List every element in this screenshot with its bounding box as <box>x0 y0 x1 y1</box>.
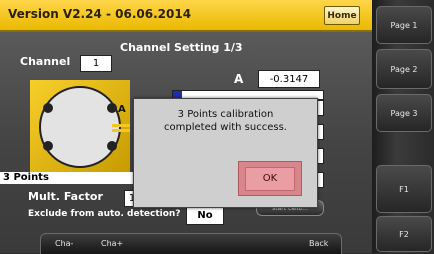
side-button-page-3[interactable]: Page 3 <box>376 94 432 132</box>
tab-channel-minus[interactable]: Cha- <box>55 239 73 248</box>
ok-button-label: OK <box>245 166 295 191</box>
side-button-f1[interactable]: F1 <box>376 165 432 213</box>
channel-label: Channel <box>20 55 71 68</box>
probe-illustration <box>39 86 130 168</box>
page-title: Channel Setting 1/3 <box>120 41 243 54</box>
ok-button[interactable]: OK <box>238 161 302 196</box>
side-button-f2[interactable]: F2 <box>376 216 432 252</box>
side-button-page-1[interactable]: Page 1 <box>376 6 432 44</box>
bottom-tab-bar: Cha- Cha+ Back <box>40 233 342 254</box>
points-label: 3 Points <box>0 172 133 184</box>
dialog-message: 3 Points calibration completed with succ… <box>134 108 317 134</box>
mult-factor-label: Mult. Factor <box>28 190 103 203</box>
tab-channel-plus[interactable]: Cha+ <box>101 239 123 248</box>
tab-back[interactable]: Back <box>309 239 328 248</box>
probe-label: A <box>118 104 126 115</box>
side-menu: Page 1 Page 2 Page 3 F1 F2 <box>372 0 434 253</box>
header-bar: Version V2.24 - 06.06.2014 Home <box>0 0 372 32</box>
dialog-message-line-2: completed with success. <box>164 122 287 133</box>
dialog-message-line-1: 3 Points calibration <box>177 109 274 120</box>
side-button-page-2[interactable]: Page 2 <box>376 49 432 89</box>
measure-label: A <box>234 72 244 86</box>
channel-value-field[interactable]: 1 <box>80 55 112 72</box>
probe-image: A <box>30 80 130 174</box>
exclude-label: Exclude from auto. detection? <box>28 209 181 219</box>
measure-value-field: -0.3147 <box>258 70 320 88</box>
home-button[interactable]: Home <box>324 6 360 25</box>
calibration-dialog: 3 Points calibration completed with succ… <box>133 98 318 208</box>
version-text: Version V2.24 - 06.06.2014 <box>8 7 192 21</box>
exclude-value-field[interactable]: No <box>186 206 224 225</box>
